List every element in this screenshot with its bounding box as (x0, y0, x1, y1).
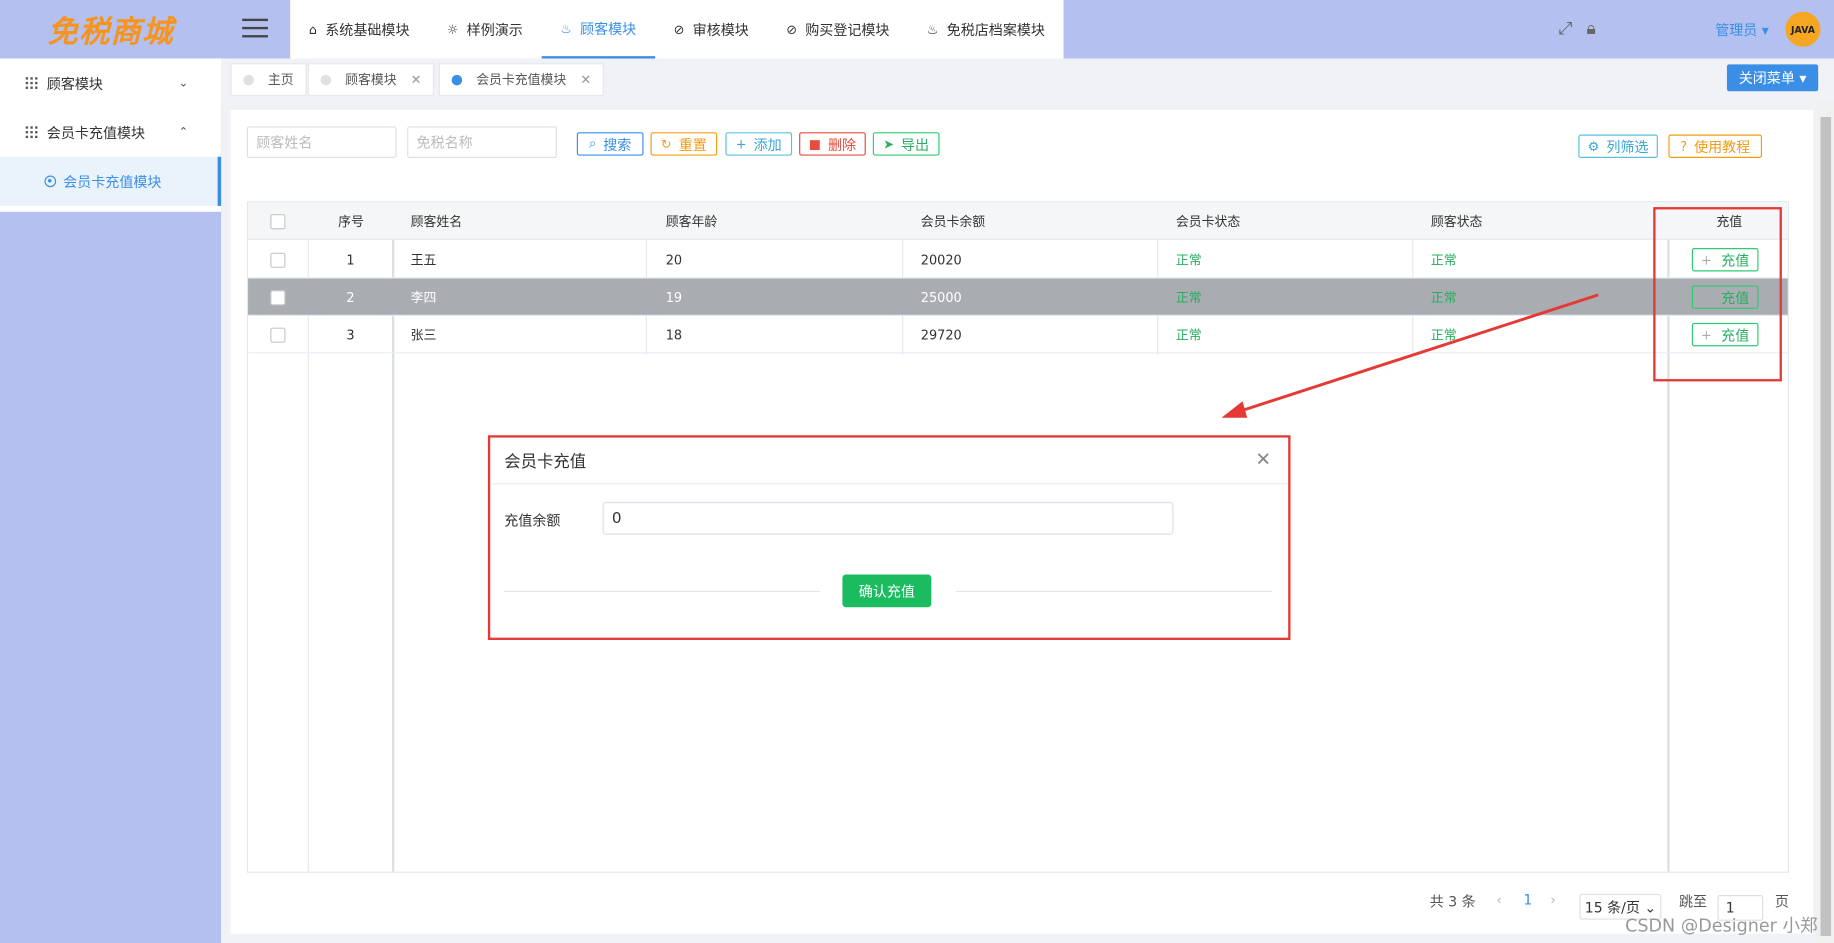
arrow-head (1221, 401, 1248, 418)
recharge-dialog: 会员卡充值 ✕ 充值余额 0 确认充值 (487, 435, 1291, 640)
recharge-amount-input[interactable]: 0 (602, 501, 1174, 535)
arrow-line (1237, 293, 1599, 414)
app-window: 免税商城 顾客模块 ⌄ 会员卡充值模块 ⌃ 会员卡充值模块 ⌂ 系统基础模块 ☼ 样… (0, 0, 1834, 943)
close-icon[interactable]: ✕ (1255, 448, 1271, 470)
watermark: CSDN @Designer 小郑 (1625, 914, 1818, 936)
scrollbar-thumb[interactable] (1820, 116, 1832, 936)
confirm-recharge-button[interactable]: 确认充值 (842, 574, 932, 608)
recharge-amount-label: 充值余额 (504, 512, 561, 529)
dialog-title: 会员卡充值 (490, 438, 1289, 485)
scrollbar[interactable] (1817, 100, 1834, 943)
divider (955, 590, 1272, 593)
divider (504, 590, 821, 593)
